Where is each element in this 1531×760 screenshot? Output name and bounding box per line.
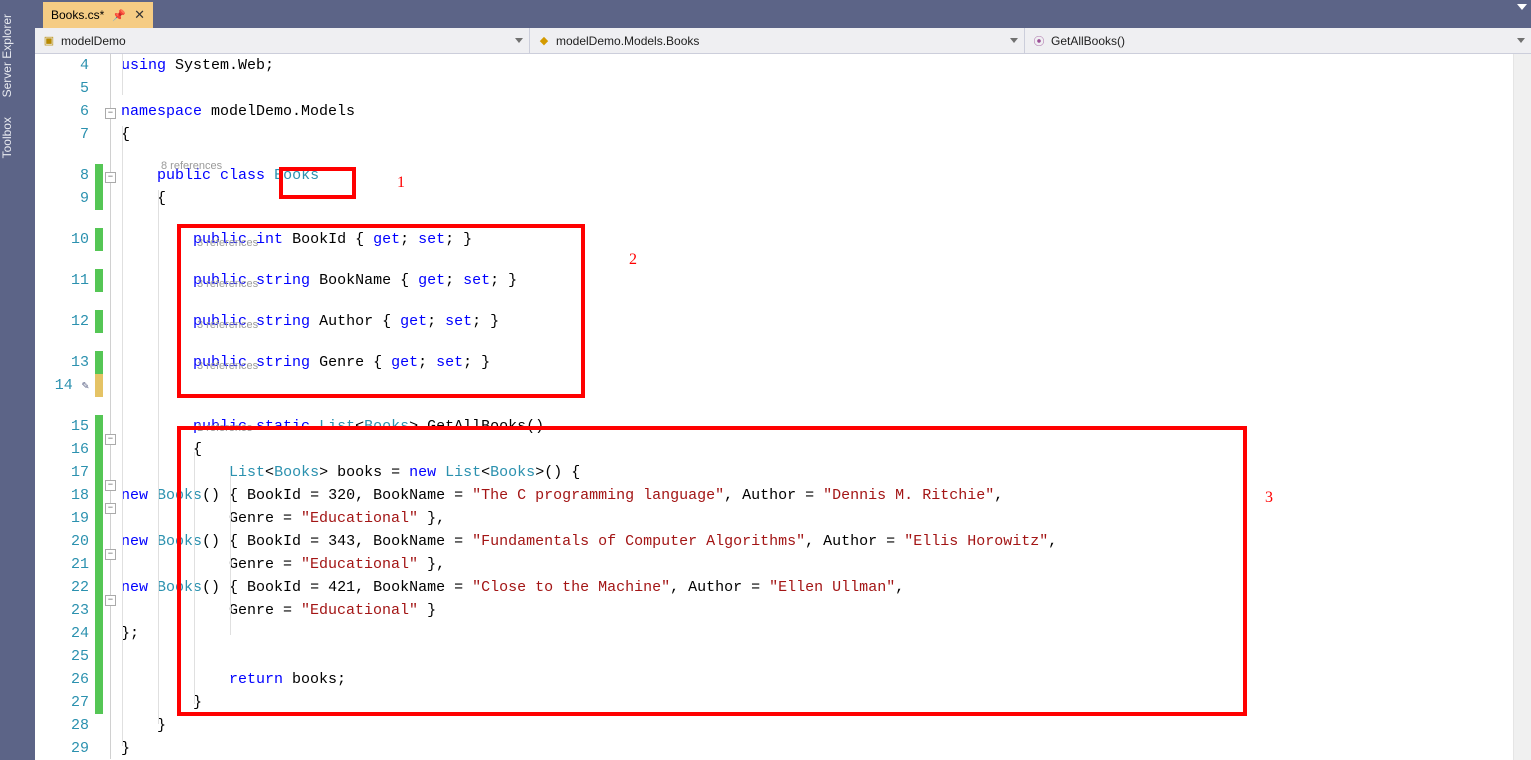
document-tab[interactable]: Books.cs* 📌 ✕ — [43, 2, 153, 28]
line-number: 10 — [35, 228, 89, 251]
document-tab-title: Books.cs* — [51, 8, 104, 22]
line-number: 4 — [35, 54, 89, 77]
outlining-margin — [103, 54, 121, 760]
member-dropdown[interactable]: ⦿ GetAllBooks() — [1025, 28, 1531, 53]
fold-toggle[interactable] — [105, 503, 116, 514]
line-number: 20 — [35, 530, 89, 553]
line-number: 28 — [35, 714, 89, 737]
type-dropdown-value: modelDemo.Models.Books — [556, 34, 699, 48]
line-number: 18 — [35, 484, 89, 507]
line-number: 9 — [35, 187, 89, 210]
code-line[interactable]: public string BookName { get; set; } — [121, 269, 1513, 292]
line-number: 15 — [35, 415, 89, 438]
fold-toggle[interactable] — [105, 480, 116, 491]
code-line[interactable]: public int BookId { get; set; } — [121, 228, 1513, 251]
line-number: 5 — [35, 77, 89, 100]
project-dropdown-value: modelDemo — [61, 34, 126, 48]
line-number: 25 — [35, 645, 89, 668]
toolbox-tab[interactable]: Toolbox — [0, 107, 35, 168]
vertical-scrollbar[interactable] — [1513, 54, 1531, 760]
line-number-gutter: 4567 89 10 11 12 1314 ✎ 1516171819202122232425… — [35, 54, 95, 760]
member-dropdown-value: GetAllBooks() — [1051, 34, 1125, 48]
chevron-down-icon — [1010, 38, 1018, 43]
codelens[interactable]: 3 references — [197, 273, 258, 288]
codelens[interactable]: 3 references — [197, 355, 258, 370]
code-line[interactable]: public class Books — [121, 164, 1513, 187]
line-number: 11 — [35, 269, 89, 292]
codelens[interactable]: 3 references — [197, 232, 258, 247]
class-icon: ◆ — [536, 33, 552, 49]
change-margin — [95, 54, 103, 760]
code-line[interactable]: public static List<Books> GetAllBooks() — [121, 415, 1513, 438]
code-line[interactable]: new Books() { BookId = 421, BookName = "… — [121, 576, 1513, 599]
side-panel-tabs: Server Explorer Toolbox — [0, 0, 35, 760]
project-dropdown[interactable]: ▣ modelDemo — [35, 28, 530, 53]
fold-toggle[interactable] — [105, 108, 116, 119]
server-explorer-tab[interactable]: Server Explorer — [0, 4, 35, 107]
close-icon[interactable]: ✕ — [134, 7, 145, 23]
edit-indicator-icon: ✎ — [82, 379, 89, 393]
code-line[interactable]: using System.Web; — [121, 54, 1513, 77]
code-line[interactable]: } — [121, 714, 1513, 737]
line-number: 27 — [35, 691, 89, 714]
annotation-label-1: 1 — [397, 171, 405, 194]
code-editor[interactable]: 4567891011121314 ✎1516171819202122232425… — [35, 54, 1531, 760]
codelens[interactable]: 1 reference — [197, 417, 253, 432]
code-line[interactable]: { — [121, 123, 1513, 146]
code-line[interactable] — [121, 374, 1513, 397]
code-line[interactable]: } — [121, 691, 1513, 714]
tab-overflow-icon[interactable] — [1517, 4, 1527, 10]
codelens[interactable]: 8 references — [161, 155, 222, 170]
code-line[interactable]: List<Books> books = new List<Books>() { — [121, 461, 1513, 484]
line-number: 7 — [35, 123, 89, 146]
code-line[interactable]: new Books() { BookId = 320, BookName = "… — [121, 484, 1513, 507]
code-line[interactable]: public string Author { get; set; } — [121, 310, 1513, 333]
line-number: 17 — [35, 461, 89, 484]
navigation-bar: ▣ modelDemo ◆ modelDemo.Models.Books ⦿ G… — [35, 28, 1531, 54]
line-number: 24 — [35, 622, 89, 645]
code-line[interactable]: Genre = "Educational" }, — [121, 553, 1513, 576]
chevron-down-icon — [515, 38, 523, 43]
line-number: 19 — [35, 507, 89, 530]
code-line[interactable]: Genre = "Educational" } — [121, 599, 1513, 622]
code-line[interactable]: namespace modelDemo.Models — [121, 100, 1513, 123]
line-number: 8 — [35, 164, 89, 187]
fold-toggle[interactable] — [105, 172, 116, 183]
chevron-down-icon — [1517, 38, 1525, 43]
line-number: 6 — [35, 100, 89, 123]
line-number: 13 — [35, 351, 89, 374]
annotation-label-2: 2 — [629, 248, 637, 271]
line-number: 22 — [35, 576, 89, 599]
code-line[interactable]: { — [121, 187, 1513, 210]
method-icon: ⦿ — [1031, 33, 1047, 49]
codelens[interactable]: 3 references — [197, 314, 258, 329]
code-line[interactable]: }; — [121, 622, 1513, 645]
line-number: 23 — [35, 599, 89, 622]
code-line[interactable]: public string Genre { get; set; } — [121, 351, 1513, 374]
code-line[interactable]: } — [121, 737, 1513, 760]
document-tab-strip: Books.cs* 📌 ✕ — [35, 0, 1531, 28]
annotation-label-3: 3 — [1265, 486, 1273, 509]
line-number: 21 — [35, 553, 89, 576]
fold-toggle[interactable] — [105, 595, 116, 606]
line-number: 16 — [35, 438, 89, 461]
line-number: 26 — [35, 668, 89, 691]
line-number: 14 ✎ — [35, 374, 89, 397]
code-line[interactable] — [121, 645, 1513, 668]
code-line[interactable]: Genre = "Educational" }, — [121, 507, 1513, 530]
line-number: 12 — [35, 310, 89, 333]
pin-icon[interactable]: 📌 — [112, 9, 126, 22]
code-line[interactable]: { — [121, 438, 1513, 461]
code-surface[interactable]: 8 references 3 references 3 references 3… — [121, 54, 1513, 760]
code-line[interactable]: return books; — [121, 668, 1513, 691]
line-number: 29 — [35, 737, 89, 760]
fold-toggle[interactable] — [105, 434, 116, 445]
csharp-project-icon: ▣ — [41, 33, 57, 49]
code-line[interactable]: new Books() { BookId = 343, BookName = "… — [121, 530, 1513, 553]
code-line[interactable] — [121, 77, 1513, 100]
type-dropdown[interactable]: ◆ modelDemo.Models.Books — [530, 28, 1025, 53]
fold-toggle[interactable] — [105, 549, 116, 560]
